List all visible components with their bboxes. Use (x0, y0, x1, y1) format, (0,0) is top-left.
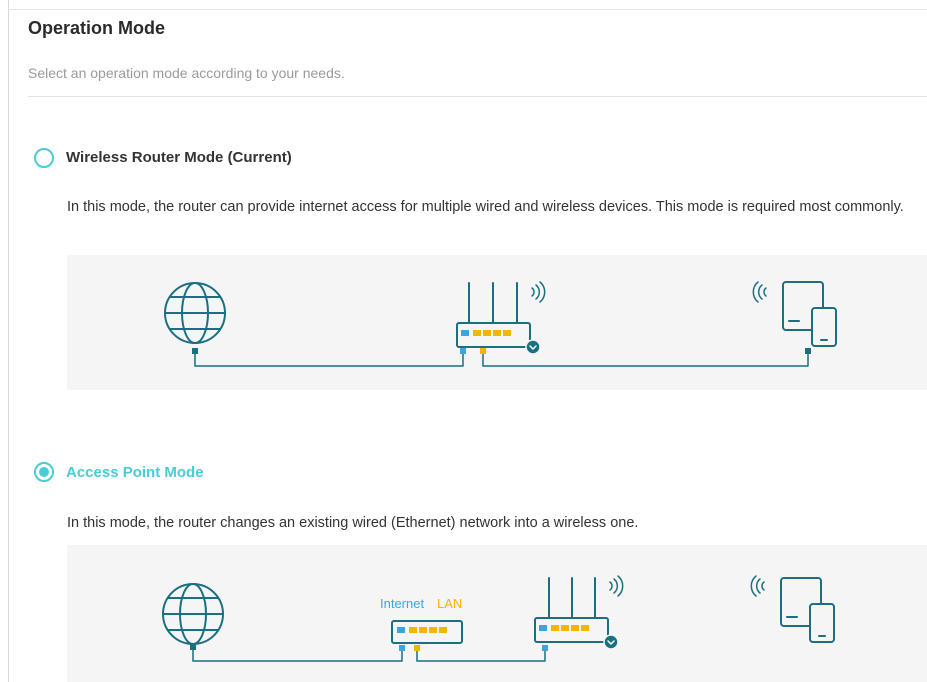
wireless-router-mode-radio[interactable] (34, 148, 54, 168)
panel-top-border (8, 9, 927, 10)
lan-port-label: LAN (437, 596, 463, 611)
globe-icon (162, 583, 224, 645)
page-title: Operation Mode (28, 18, 166, 38)
ap-cable-line (416, 650, 546, 662)
router-icon (456, 281, 546, 355)
access-point-mode-description: In this mode, the router changes an exis… (67, 515, 639, 531)
wireless-router-mode-diagram (67, 255, 927, 390)
wireless-devices-icon (750, 575, 835, 643)
access-point-mode-diagram: Internet LAN (67, 545, 927, 682)
wan-cable-line (194, 353, 464, 367)
panel-left-border (8, 0, 9, 682)
lan-port-marker (480, 348, 486, 354)
access-point-mode-label[interactable]: Access Point Mode (66, 464, 204, 481)
modem-cable-line (192, 649, 403, 662)
wireless-router-mode-label[interactable]: Wireless Router Mode (Current) (66, 149, 292, 166)
internet-port-label: Internet (380, 596, 425, 611)
access-point-mode-radio[interactable] (34, 462, 54, 482)
internet-port-marker (460, 348, 466, 354)
wireless-router-mode-description: In this mode, the router can provide int… (67, 199, 904, 215)
lan-cable-line (482, 353, 809, 367)
wireless-devices-icon (752, 281, 837, 347)
globe-icon (164, 282, 226, 344)
network-switch-icon (391, 620, 463, 644)
router-icon (534, 575, 624, 650)
page-subtitle: Select an operation mode according to yo… (28, 65, 345, 81)
header-divider (28, 96, 927, 97)
